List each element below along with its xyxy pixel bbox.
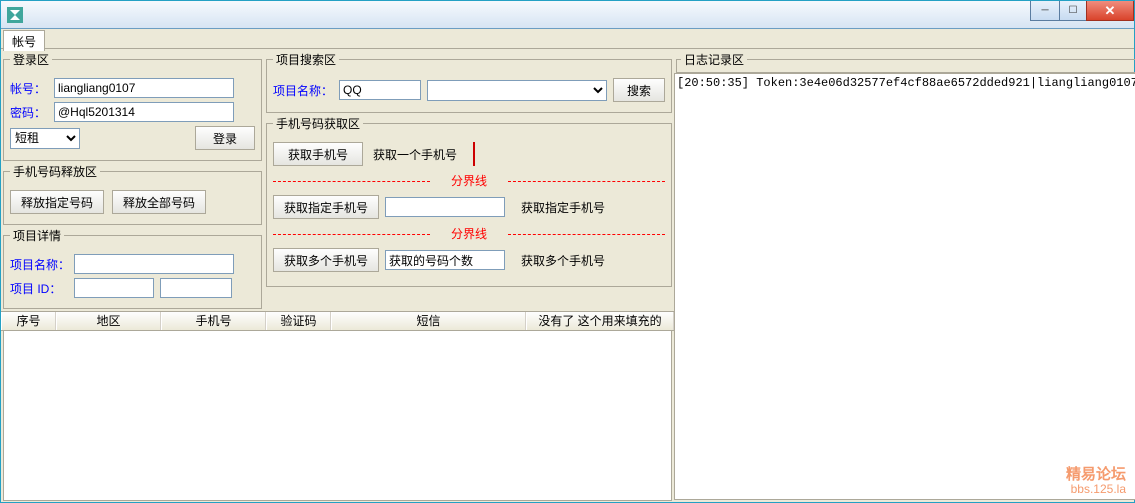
table-header: 序号 地区 手机号 验证码 短信 没有了 这个用来填充的 bbox=[1, 311, 674, 331]
account-input[interactable] bbox=[54, 78, 234, 98]
password-input[interactable] bbox=[54, 102, 234, 122]
get-specified-label: 获取指定手机号 bbox=[521, 199, 605, 216]
search-legend: 项目搜索区 bbox=[273, 51, 339, 68]
red-divider-bar bbox=[473, 142, 475, 166]
fetch-area: 手机号码获取区 获取手机号 获取一个手机号 分界线 获取指定手机号 获取指定手机… bbox=[266, 115, 672, 287]
release-specified-button[interactable]: 释放指定号码 bbox=[10, 190, 104, 214]
divider-1: 分界线 bbox=[273, 172, 665, 189]
th-region[interactable]: 地区 bbox=[56, 312, 161, 330]
titlebar: ─ ☐ ✕ bbox=[1, 1, 1134, 29]
detail-name-input[interactable] bbox=[74, 254, 234, 274]
password-label: 密码： bbox=[10, 104, 54, 121]
minimize-button[interactable]: ─ bbox=[1030, 1, 1060, 21]
get-multi-label: 获取多个手机号 bbox=[521, 252, 605, 269]
multi-input[interactable] bbox=[385, 250, 505, 270]
detail-legend: 项目详情 bbox=[10, 227, 64, 244]
get-specified-button[interactable]: 获取指定手机号 bbox=[273, 195, 379, 219]
get-multi-button[interactable]: 获取多个手机号 bbox=[273, 248, 379, 272]
get-one-label: 获取一个手机号 bbox=[373, 146, 457, 163]
detail-id2-input[interactable] bbox=[160, 278, 232, 298]
log-area-frame: 日志记录区 bbox=[676, 51, 1135, 73]
th-code[interactable]: 验证码 bbox=[266, 312, 331, 330]
th-phone[interactable]: 手机号 bbox=[161, 312, 266, 330]
detail-id-input[interactable] bbox=[74, 278, 154, 298]
th-seq[interactable]: 序号 bbox=[1, 312, 56, 330]
tab-bar: 帐号 bbox=[1, 29, 1134, 49]
account-label: 帐号： bbox=[10, 80, 54, 97]
login-area: 登录区 帐号： 密码： 短租 登录 bbox=[3, 51, 262, 161]
tab-account[interactable]: 帐号 bbox=[3, 30, 45, 51]
detail-id-label: 项目 ID： bbox=[10, 280, 74, 297]
release-legend: 手机号码释放区 bbox=[10, 163, 100, 180]
app-icon bbox=[7, 7, 23, 23]
search-name-input[interactable] bbox=[339, 80, 421, 100]
detail-name-label: 项目名称： bbox=[10, 256, 74, 273]
th-sms[interactable]: 短信 bbox=[331, 312, 526, 330]
project-detail: 项目详情 项目名称： 项目 ID： bbox=[3, 227, 262, 309]
fetch-legend: 手机号码获取区 bbox=[273, 115, 363, 132]
search-name-label: 项目名称： bbox=[273, 82, 333, 99]
login-legend: 登录区 bbox=[10, 51, 52, 68]
mode-select[interactable]: 短租 bbox=[10, 128, 80, 149]
watermark: 精易论坛 bbs.125.la bbox=[1066, 468, 1126, 496]
specified-input[interactable] bbox=[385, 197, 505, 217]
th-filler[interactable]: 没有了 这个用来填充的 bbox=[526, 312, 674, 330]
table-body[interactable] bbox=[3, 331, 672, 501]
log-area[interactable]: [20:50:35] Token:3e4e06d32577ef4cf88ae65… bbox=[674, 73, 1135, 500]
search-button[interactable]: 搜索 bbox=[613, 78, 665, 102]
release-all-button[interactable]: 释放全部号码 bbox=[112, 190, 206, 214]
maximize-button[interactable]: ☐ bbox=[1059, 1, 1087, 21]
log-legend: 日志记录区 bbox=[681, 51, 747, 68]
search-area: 项目搜索区 项目名称： 搜索 bbox=[266, 51, 672, 113]
log-line: [20:50:35] Token:3e4e06d32577ef4cf88ae65… bbox=[677, 76, 1135, 90]
get-phone-button[interactable]: 获取手机号 bbox=[273, 142, 363, 166]
divider-2: 分界线 bbox=[273, 225, 665, 242]
release-area: 手机号码释放区 释放指定号码 释放全部号码 bbox=[3, 163, 262, 225]
search-dropdown[interactable] bbox=[427, 80, 607, 101]
close-button[interactable]: ✕ bbox=[1086, 1, 1134, 21]
login-button[interactable]: 登录 bbox=[195, 126, 255, 150]
